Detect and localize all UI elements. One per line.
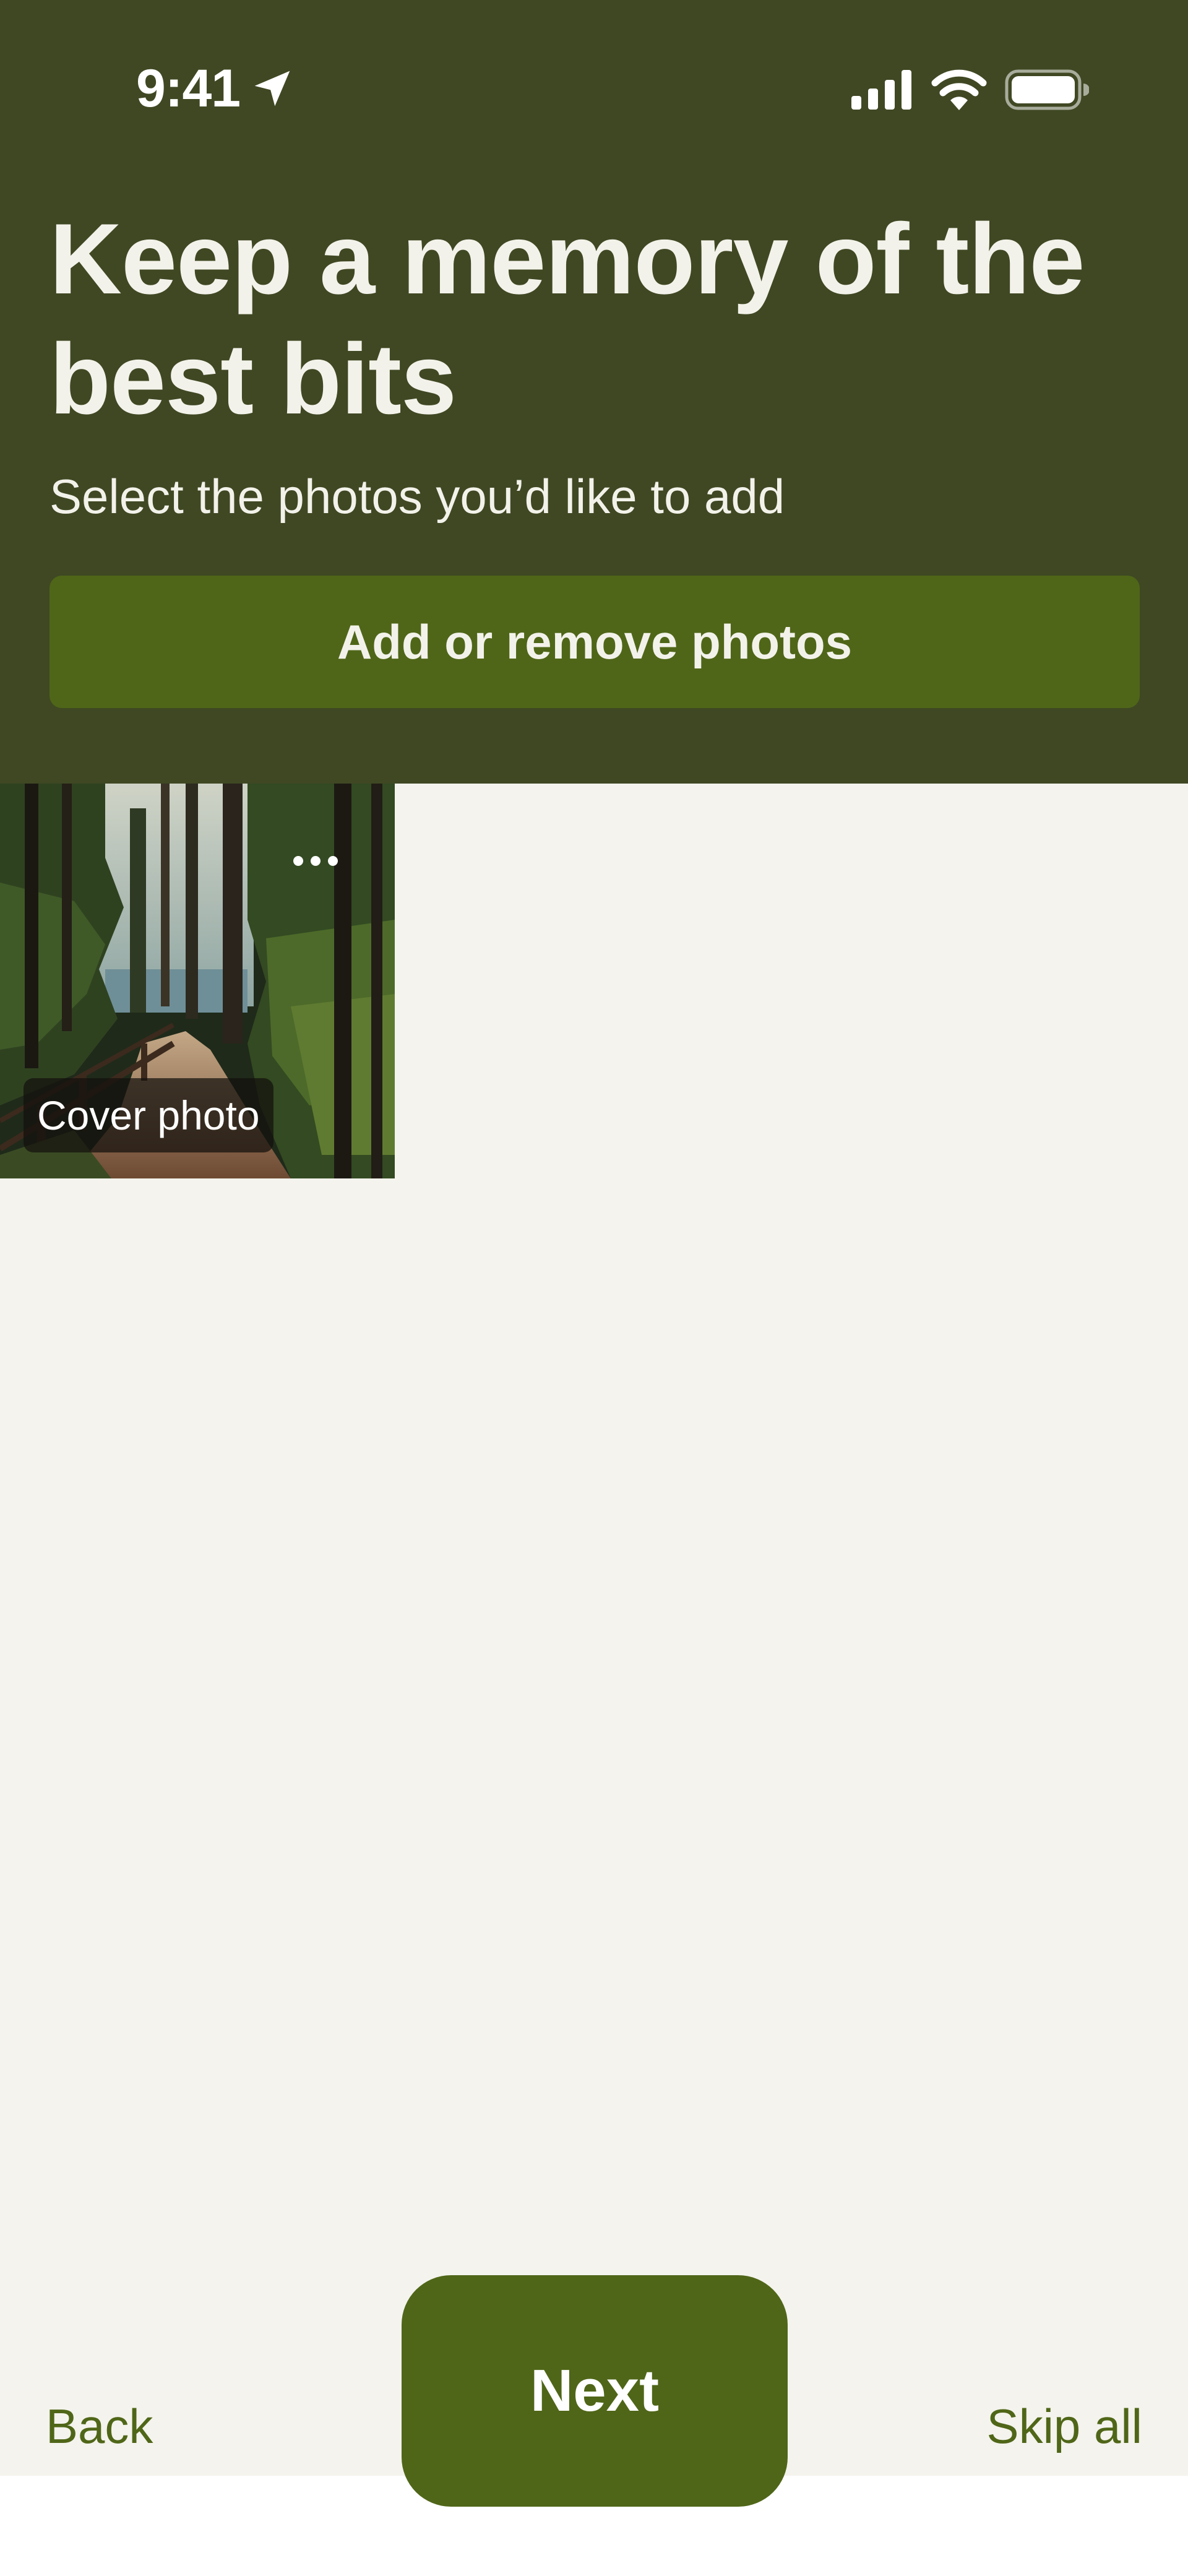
next-button[interactable]: Next <box>402 2275 788 2507</box>
status-bar: 9:41 <box>0 0 1188 161</box>
more-dot <box>311 856 321 866</box>
bottom-nav: Back Next Skip all <box>0 2259 1188 2507</box>
skip-all-button[interactable]: Skip all <box>987 2395 1142 2457</box>
photo-selection-screen: 9:41 Keep a memory of the best bits Sele… <box>0 0 1188 2576</box>
more-dot <box>328 856 338 866</box>
battery-icon <box>1005 69 1089 110</box>
cover-photo-badge: Cover photo <box>24 1078 273 1152</box>
add-remove-photos-button[interactable]: Add or remove photos <box>50 576 1140 708</box>
header: 9:41 Keep a memory of the best bits Sele… <box>0 0 1188 784</box>
status-time-group: 9:41 <box>136 54 293 123</box>
page-subtitle: Select the photos you’d like to add <box>50 469 785 524</box>
wifi-icon <box>931 69 987 110</box>
cover-photo-label: Cover photo <box>37 1092 260 1138</box>
status-time: 9:41 <box>136 59 241 118</box>
more-horizontal-icon[interactable] <box>282 842 350 880</box>
photo-tile[interactable]: Cover photo <box>0 784 395 1178</box>
location-arrow-icon <box>254 71 290 106</box>
more-dot <box>293 856 303 866</box>
page-title: Keep a memory of the best bits <box>50 203 1085 435</box>
cellular-signal-icon <box>851 70 911 110</box>
status-icons <box>851 62 1089 118</box>
photo-grid: Cover photo <box>0 784 1188 2476</box>
back-button[interactable]: Back <box>46 2395 153 2457</box>
